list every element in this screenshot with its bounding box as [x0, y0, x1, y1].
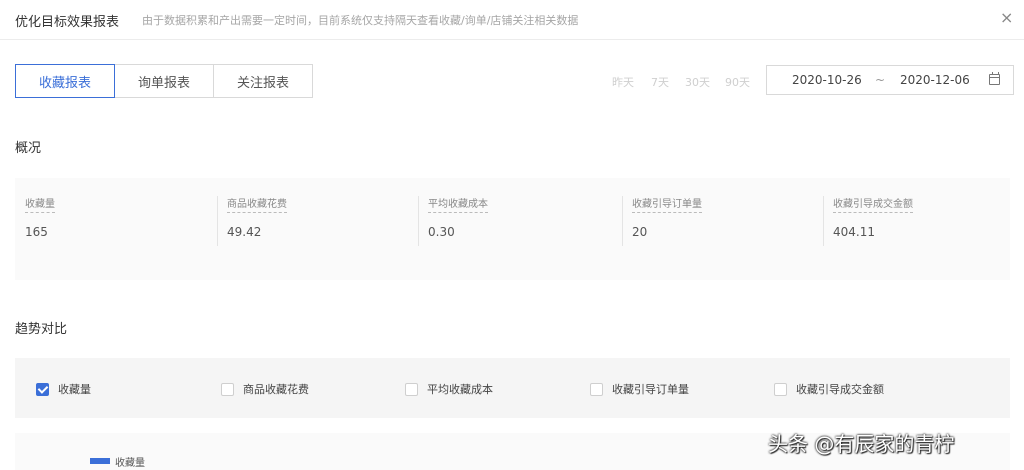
- quick-range-7d[interactable]: 7天: [651, 74, 669, 90]
- checkbox-label: 收藏引导订单量: [612, 383, 689, 396]
- metric-label[interactable]: 收藏引导订单量: [632, 195, 702, 213]
- checkbox-box[interactable]: [590, 382, 603, 396]
- checkbox-favorite-gmv[interactable]: 收藏引导成交金额: [774, 381, 884, 397]
- date-end[interactable]: 2020-12-06: [900, 73, 970, 87]
- legend-swatch[interactable]: [90, 458, 110, 464]
- checkbox-label: 商品收藏花费: [243, 383, 309, 396]
- overview-title: 概况: [15, 141, 42, 156]
- metric-divider: [217, 196, 218, 246]
- metric-label[interactable]: 平均收藏成本: [428, 195, 488, 213]
- checkbox-label: 平均收藏成本: [427, 383, 493, 396]
- overview-panel: 收藏量 165 商品收藏花费 49.42 平均收藏成本 0.30 收藏引导订单量…: [15, 178, 1010, 280]
- metric-value: 0.30: [428, 225, 455, 239]
- checkbox-favorite-orders[interactable]: 收藏引导订单量: [590, 381, 689, 397]
- tab-favorites-report[interactable]: 收藏报表: [15, 64, 115, 98]
- checkbox-box[interactable]: [36, 382, 49, 396]
- dialog-header: 优化目标效果报表 由于数据积累和产出需要一定时间，目前系统仅支持隔天查看收藏/询…: [0, 0, 1024, 40]
- checkbox-label: 收藏引导成交金额: [796, 383, 884, 396]
- tab-follow-report[interactable]: 关注报表: [213, 64, 313, 98]
- trend-metric-selector: 收藏量 商品收藏花费 平均收藏成本 收藏引导订单量 收藏引导成交金额: [15, 358, 1010, 418]
- date-separator: ~: [875, 73, 886, 87]
- checkbox-favorite-cost[interactable]: 商品收藏花费: [221, 381, 309, 397]
- checkbox-label: 收藏量: [58, 383, 91, 396]
- quick-range-90d[interactable]: 90天: [725, 74, 750, 90]
- dialog-title: 优化目标效果报表: [15, 15, 120, 30]
- checkbox-favorites[interactable]: 收藏量: [36, 381, 91, 397]
- checkbox-avg-favorite-cost[interactable]: 平均收藏成本: [405, 381, 493, 397]
- checkbox-box[interactable]: [774, 382, 787, 396]
- date-range-picker[interactable]: 2020-10-26 ~ 2020-12-06: [766, 65, 1014, 95]
- legend-label[interactable]: 收藏量: [115, 454, 145, 469]
- dialog-subtitle: 由于数据积累和产出需要一定时间，目前系统仅支持隔天查看收藏/询单/店铺关注相关数…: [142, 14, 579, 27]
- date-start[interactable]: 2020-10-26: [792, 73, 862, 87]
- metric-value: 20: [632, 225, 648, 239]
- metric-label[interactable]: 收藏量: [25, 195, 55, 213]
- watermark: 头条 @有辰家的青柠: [768, 432, 955, 456]
- quick-range-30d[interactable]: 30天: [685, 74, 710, 90]
- calendar-icon[interactable]: [989, 72, 1000, 85]
- metric-label[interactable]: 收藏引导成交金额: [833, 195, 913, 213]
- metric-divider: [622, 196, 623, 246]
- close-icon[interactable]: ×: [1000, 8, 1013, 27]
- tab-inquiry-report[interactable]: 询单报表: [114, 64, 214, 98]
- metric-value: 404.11: [833, 225, 875, 239]
- report-tabs: 收藏报表 询单报表 关注报表: [15, 64, 313, 98]
- metric-value: 165: [25, 225, 48, 239]
- checkbox-box[interactable]: [405, 382, 418, 396]
- checkbox-box[interactable]: [221, 382, 234, 396]
- quick-range-yesterday[interactable]: 昨天: [612, 74, 634, 90]
- metric-divider: [418, 196, 419, 246]
- metric-value: 49.42: [227, 225, 262, 239]
- metric-label[interactable]: 商品收藏花费: [227, 195, 287, 213]
- trend-title: 趋势对比: [15, 322, 68, 337]
- metric-divider: [823, 196, 824, 246]
